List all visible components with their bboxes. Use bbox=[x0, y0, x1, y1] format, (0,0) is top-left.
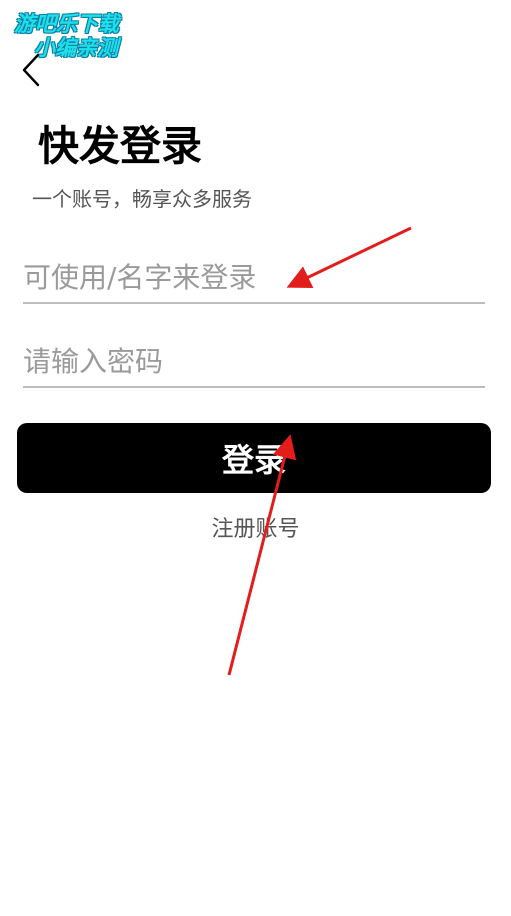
password-input[interactable] bbox=[23, 342, 485, 388]
chevron-left-icon bbox=[22, 53, 40, 87]
page-title: 快发登录 bbox=[38, 122, 202, 170]
register-account-link[interactable]: 注册账号 bbox=[0, 514, 511, 546]
page-subtitle: 一个账号，畅享众多服务 bbox=[32, 187, 252, 211]
username-input[interactable] bbox=[23, 258, 485, 304]
login-page: 游吧乐下载 小编亲测 快发登录 一个账号，畅享众多服务 登录 注册账号 bbox=[0, 0, 511, 916]
back-button[interactable] bbox=[14, 50, 50, 90]
watermark-line-1: 游吧乐下载 bbox=[14, 12, 119, 36]
login-button[interactable]: 登录 bbox=[17, 423, 491, 493]
